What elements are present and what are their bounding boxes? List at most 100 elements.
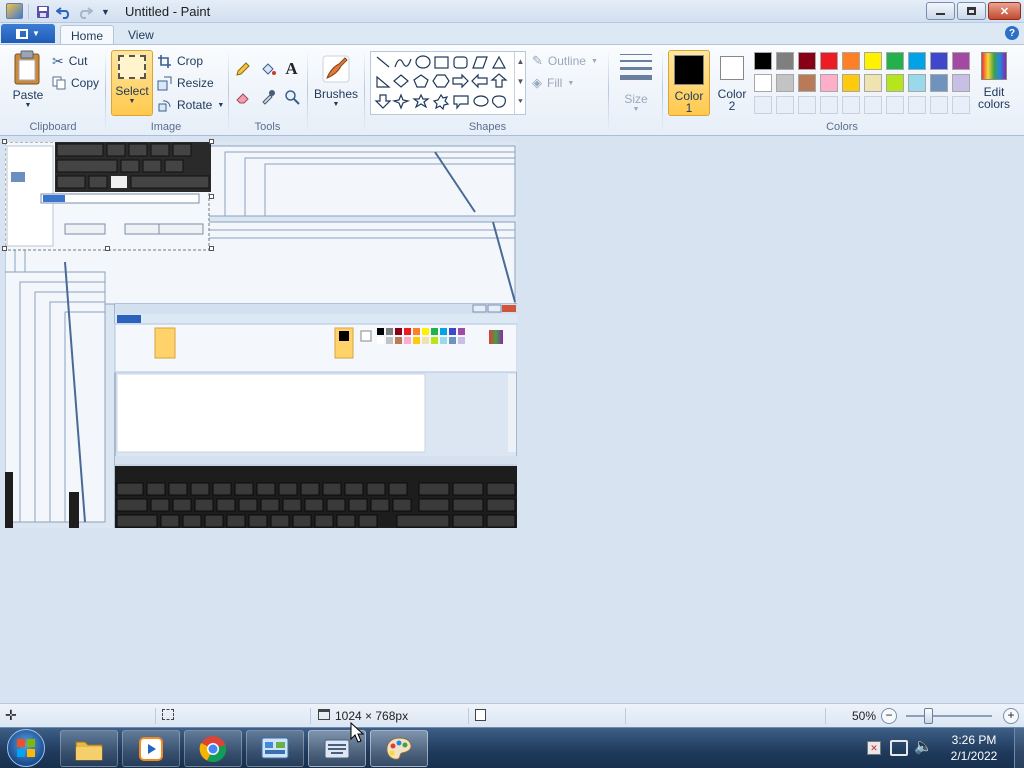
taskbar-control-panel[interactable] — [246, 730, 304, 767]
palette-swatch[interactable] — [864, 74, 882, 92]
palette-swatch[interactable] — [886, 52, 904, 70]
save-icon[interactable] — [34, 3, 51, 20]
shapes-icon — [374, 55, 508, 111]
palette-swatch[interactable] — [842, 74, 860, 92]
taskbar-chrome[interactable] — [184, 730, 242, 767]
zoom-slider-thumb[interactable] — [924, 708, 933, 724]
eraser-icon[interactable] — [232, 86, 253, 107]
fill-bucket-icon[interactable] — [257, 58, 278, 79]
redo-icon[interactable] — [76, 3, 93, 20]
brushes-button[interactable]: Brushes ▼ — [312, 52, 360, 116]
zoom-out-button[interactable]: − — [881, 708, 897, 724]
palette-swatch[interactable] — [930, 74, 948, 92]
system-clock[interactable]: 3:26 PM 2/1/2022 — [940, 732, 1008, 764]
palette-swatch[interactable] — [798, 52, 816, 70]
palette-swatch[interactable] — [908, 74, 926, 92]
custom-color-slot[interactable] — [930, 96, 948, 114]
color1-button[interactable]: Color 1 — [668, 50, 710, 116]
color-palette — [754, 52, 974, 114]
window-title: Untitled - Paint — [125, 4, 211, 19]
resize-button[interactable]: Resize — [157, 73, 214, 93]
palette-swatch[interactable] — [776, 74, 794, 92]
gallery-scrollbar[interactable]: ▲ ▼ ⯆ — [514, 52, 526, 114]
taskbar-media-player[interactable] — [122, 730, 180, 767]
palette-swatch[interactable] — [842, 52, 860, 70]
palette-swatch[interactable] — [754, 74, 772, 92]
restore-button[interactable] — [957, 2, 986, 20]
taskbar: ✕ 🔈 — [0, 727, 1024, 768]
palette-swatch[interactable] — [820, 74, 838, 92]
start-button[interactable] — [7, 729, 45, 767]
file-menu-button[interactable]: ▼ — [1, 24, 55, 43]
volume-icon[interactable]: 🔈 — [914, 737, 933, 755]
resize-icon — [157, 76, 172, 90]
palette-swatch[interactable] — [798, 74, 816, 92]
close-button[interactable]: ✕ — [988, 2, 1021, 20]
undo-icon[interactable] — [55, 3, 72, 20]
magnifier-icon[interactable] — [281, 86, 302, 107]
paint-palette-icon — [386, 736, 412, 760]
selection-handle[interactable] — [209, 246, 214, 251]
palette-swatch[interactable] — [754, 52, 772, 70]
selection-handle[interactable] — [105, 246, 110, 251]
cut-button[interactable]: ✂ Cut — [52, 51, 87, 71]
help-icon[interactable]: ? — [1005, 26, 1019, 40]
customize-toolbar-icon[interactable]: ▼ — [97, 3, 114, 20]
rotate-button[interactable]: Rotate ▼ — [157, 95, 224, 115]
fill-label: Fill — [547, 76, 563, 90]
palette-swatch[interactable] — [930, 52, 948, 70]
custom-color-slot[interactable] — [908, 96, 926, 114]
taskbar-explorer[interactable] — [60, 730, 118, 767]
custom-color-slot[interactable] — [886, 96, 904, 114]
divider — [662, 50, 663, 132]
zoom-in-button[interactable]: + — [1003, 708, 1019, 724]
selection-handle[interactable] — [2, 246, 7, 251]
crop-button[interactable]: Crop — [157, 51, 203, 71]
tab-home[interactable]: Home — [60, 25, 115, 45]
palette-swatch[interactable] — [952, 74, 970, 92]
palette-swatch[interactable] — [952, 52, 970, 70]
select-label: Select — [115, 84, 149, 98]
divider — [825, 708, 826, 724]
brush-icon — [322, 55, 350, 83]
custom-color-slot[interactable] — [952, 96, 970, 114]
selection-handle[interactable] — [209, 194, 214, 199]
zoom-slider-track[interactable] — [906, 715, 992, 717]
fill-button[interactable]: ◈ Fill ▼ — [532, 73, 574, 93]
custom-color-slot[interactable] — [754, 96, 772, 114]
pencil-icon[interactable] — [232, 58, 253, 79]
rotate-label: Rotate — [177, 98, 213, 112]
shapes-gallery[interactable]: ▲ ▼ ⯆ — [370, 51, 526, 115]
action-center-icon[interactable]: ✕ — [867, 741, 881, 755]
tab-view[interactable]: View — [118, 25, 164, 45]
palette-swatch[interactable] — [886, 74, 904, 92]
copy-button[interactable]: Copy — [52, 73, 99, 93]
selection-handle[interactable] — [209, 139, 214, 144]
custom-color-slot[interactable] — [820, 96, 838, 114]
color-picker-icon[interactable] — [257, 86, 278, 107]
drawing-canvas[interactable] — [5, 142, 517, 528]
custom-color-slot[interactable] — [776, 96, 794, 114]
select-button[interactable]: Select ▼ — [111, 50, 153, 116]
size-button[interactable]: Size ▼ — [614, 52, 658, 114]
custom-color-slot[interactable] — [842, 96, 860, 114]
palette-swatch[interactable] — [908, 52, 926, 70]
custom-color-slot[interactable] — [864, 96, 882, 114]
paint-app-icon[interactable] — [6, 3, 23, 19]
outline-button[interactable]: ✎ Outline ▼ — [532, 51, 598, 71]
text-icon[interactable]: A — [281, 58, 302, 79]
network-icon[interactable] — [890, 740, 908, 756]
palette-swatch[interactable] — [776, 52, 794, 70]
palette-swatch[interactable] — [820, 52, 838, 70]
rainbow-icon — [981, 52, 1007, 80]
palette-row — [754, 74, 974, 92]
palette-swatch[interactable] — [864, 52, 882, 70]
selection-handle[interactable] — [2, 139, 7, 144]
color2-button[interactable]: Color 2 — [712, 50, 752, 116]
edit-colors-button[interactable]: Edit colors — [975, 52, 1013, 114]
minimize-button[interactable] — [926, 2, 955, 20]
paste-button[interactable]: Paste ▼ — [8, 50, 48, 118]
taskbar-paint[interactable] — [370, 730, 428, 767]
show-desktop-button[interactable] — [1014, 728, 1024, 768]
custom-color-slot[interactable] — [798, 96, 816, 114]
